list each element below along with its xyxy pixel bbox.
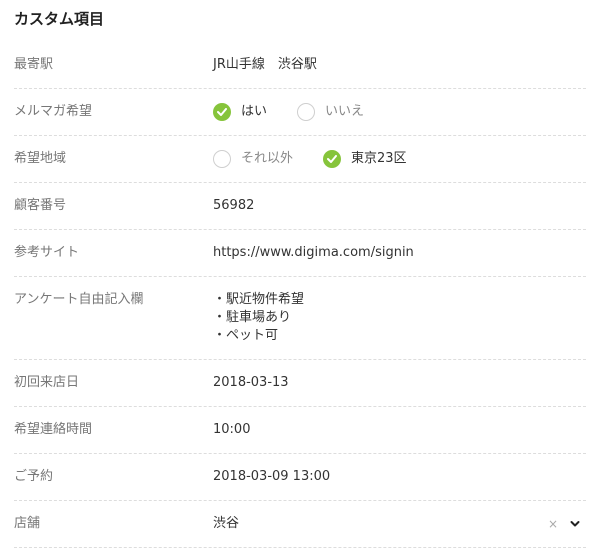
field-label: 希望地域 [14, 151, 67, 166]
radio-checked-icon [213, 103, 231, 121]
field-label: アンケート自由記入欄 [14, 292, 144, 307]
survey-lines: ・駅近物件希望 ・駐車場あり ・ペット可 [213, 291, 304, 345]
check-icon [217, 108, 227, 116]
section-title: カスタム項目 [14, 10, 105, 28]
chevron-down-icon[interactable] [570, 520, 580, 528]
store-select-controls: × [548, 516, 580, 532]
reference-site-link[interactable]: https://www.digima.com/signin [213, 230, 586, 261]
clear-icon[interactable]: × [548, 516, 558, 532]
field-row-reservation: ご予約 2018-03-09 13:00 [14, 454, 586, 501]
field-row-store: 店舗 渋谷 × [14, 501, 586, 548]
survey-line: ・ペット可 [213, 328, 279, 343]
store-selected-value: 渋谷 [213, 516, 240, 531]
custom-fields-panel: カスタム項目 最寄駅 JR山手線 渋谷駅 メルマガ希望 はい いいえ 希望地域 … [0, 0, 600, 553]
customer-number-value: 56982 [213, 198, 255, 213]
newsletter-option-no[interactable]: いいえ [297, 103, 364, 121]
field-label: 顧客番号 [14, 198, 67, 213]
field-row-reference-site: 参考サイト https://www.digima.com/signin [14, 230, 586, 277]
field-label: ご予約 [14, 469, 54, 484]
newsletter-option-yes[interactable]: はい [213, 103, 267, 121]
first-visit-value: 2018-03-13 [213, 375, 289, 390]
store-select-inner: 渋谷 × [213, 516, 586, 532]
nearest-station-value: JR山手線 渋谷駅 [213, 57, 317, 72]
survey-line: ・駅近物件希望 [213, 292, 305, 307]
newsletter-radio-group: はい いいえ [213, 89, 586, 121]
field-row-region: 希望地域 それ以外 東京23区 [14, 136, 586, 183]
radio-label: はい [241, 104, 268, 119]
reservation-value: 2018-03-09 13:00 [213, 469, 331, 484]
region-option-tokyo23[interactable]: 東京23区 [323, 150, 407, 168]
contact-time-value: 10:00 [213, 422, 251, 437]
radio-checked-icon [323, 150, 342, 168]
survey-line: ・駐車場あり [213, 310, 292, 325]
field-row-newsletter: メルマガ希望 はい いいえ [14, 89, 586, 136]
field-label: 最寄駅 [14, 57, 54, 72]
radio-label: それ以外 [241, 151, 294, 166]
radio-label: いいえ [325, 104, 365, 119]
custom-fields-list: 最寄駅 JR山手線 渋谷駅 メルマガ希望 はい いいえ 希望地域 それ以外 東京… [14, 42, 586, 548]
radio-unchecked-icon [297, 103, 316, 121]
radio-label: 東京23区 [351, 151, 407, 166]
field-label: 店舗 [14, 516, 41, 531]
field-row-customer-number: 顧客番号 56982 [14, 183, 586, 230]
region-option-other[interactable]: それ以外 [213, 150, 293, 168]
field-row-nearest-station: 最寄駅 JR山手線 渋谷駅 [14, 42, 586, 89]
field-label: 初回来店日 [14, 375, 80, 390]
store-select[interactable]: 渋谷 × [213, 501, 586, 532]
region-radio-group: それ以外 東京23区 [213, 136, 586, 168]
radio-unchecked-icon [213, 150, 231, 168]
check-icon [327, 155, 338, 163]
field-label: 参考サイト [14, 245, 80, 260]
field-label: メルマガ希望 [14, 104, 93, 119]
survey-value: ・駅近物件希望 ・駐車場あり ・ペット可 [213, 277, 586, 345]
field-row-first-visit: 初回来店日 2018-03-13 [14, 360, 586, 407]
field-label: 希望連絡時間 [14, 422, 93, 437]
field-row-contact-time: 希望連絡時間 10:00 [14, 407, 586, 454]
field-row-survey: アンケート自由記入欄 ・駅近物件希望 ・駐車場あり ・ペット可 [14, 277, 586, 360]
